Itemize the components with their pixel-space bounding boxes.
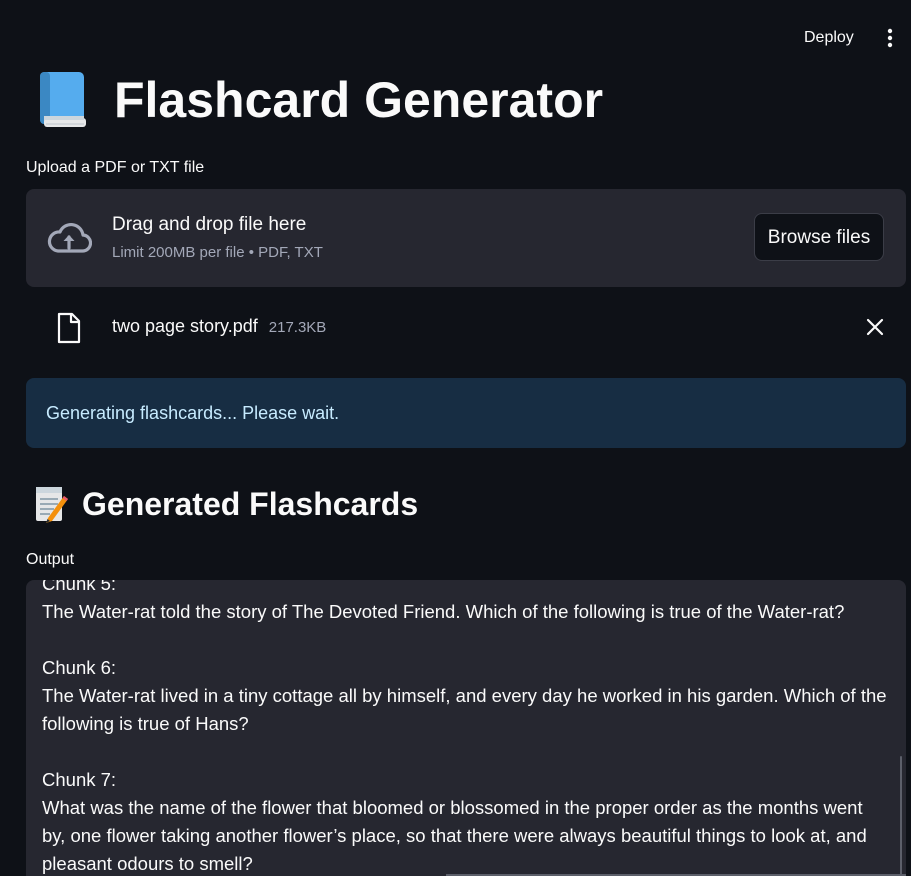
blue-book-icon: [40, 72, 86, 127]
cloud-upload-icon: [47, 222, 92, 253]
browse-files-button[interactable]: Browse files: [754, 213, 884, 261]
output-label: Output: [26, 551, 75, 568]
section-heading: Generated Flashcards: [34, 484, 418, 524]
info-alert: Generating flashcards... Please wait.: [26, 378, 906, 448]
memo-icon: [36, 487, 68, 523]
main-menu-dots: [887, 28, 893, 48]
close-icon[interactable]: [866, 318, 884, 336]
vertical-scrollbar[interactable]: [900, 756, 902, 876]
dropzone-text: Drag and drop file here Limit 200MB per …: [112, 214, 323, 261]
uploader-label: Upload a PDF or TXT file: [26, 159, 205, 176]
uploaded-file-info: two page story.pdf 217.3KB: [112, 316, 326, 337]
output-text: Chunk 5: The Water-rat told the story of…: [42, 580, 887, 874]
info-alert-text: Generating flashcards... Please wait.: [46, 402, 340, 423]
section-title: Generated Flashcards: [82, 485, 419, 522]
file-dropzone[interactable]: Drag and drop file here Limit 200MB per …: [26, 189, 906, 287]
page-title: Flashcard Generator: [114, 72, 604, 128]
file-icon: [57, 312, 81, 344]
dropzone-title: Drag and drop file here: [112, 214, 307, 235]
app-root: Deploy Flashcard Generator Upload a PDF …: [0, 0, 911, 876]
more-vertical-icon[interactable]: [878, 26, 902, 50]
uploaded-file-row: two page story.pdf 217.3KB: [26, 308, 906, 348]
dropzone-limit: Limit 200MB per file • PDF, TXT: [112, 244, 323, 261]
title-row: Flashcard Generator: [36, 70, 603, 130]
uploaded-file-name: two page story.pdf: [112, 316, 258, 336]
deploy-button[interactable]: Deploy: [792, 24, 866, 52]
output-textarea[interactable]: Chunk 5: The Water-rat told the story of…: [26, 580, 906, 876]
uploaded-file-size: 217.3KB: [268, 319, 327, 336]
